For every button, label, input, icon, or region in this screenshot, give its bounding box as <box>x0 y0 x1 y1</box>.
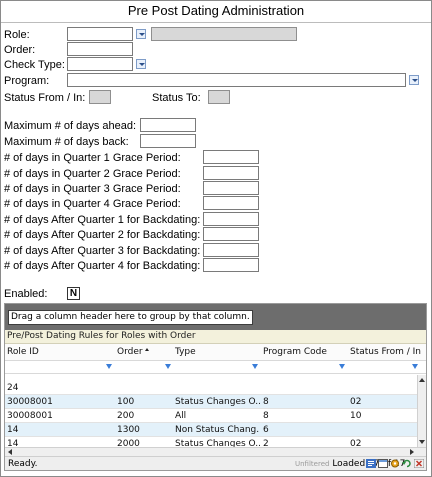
rules-grid: Drag a column header here to group by th… <box>4 303 427 471</box>
q2-grace-label: # of days in Quarter 2 Grace Period: <box>4 168 181 180</box>
status-text: Ready. <box>8 459 38 469</box>
grid-rows: 24 30008001 100 Status Changes O... 8 02… <box>5 375 417 451</box>
status-from-label: Status From / In: <box>4 92 86 104</box>
role-dropdown-arrow-icon[interactable] <box>136 29 146 39</box>
q1-backdating-label: # of days After Quarter 1 for Backdating… <box>4 214 201 226</box>
grid-status-bar: Ready. Unfiltered Loaded 17 of 17 <box>5 456 426 470</box>
status-info: Unfiltered Loaded 17 of 17 <box>295 459 405 469</box>
table-row[interactable]: 14 1300 Non Status Chang... 6 <box>5 423 417 437</box>
order-input[interactable] <box>67 42 133 56</box>
enabled-label: Enabled: <box>4 288 48 300</box>
program-dropdown-arrow-icon[interactable] <box>409 75 419 85</box>
role-description-field <box>151 27 297 41</box>
q4-grace-label: # of days in Quarter 4 Grace Period: <box>4 198 181 210</box>
filter-icon-order[interactable] <box>165 364 171 369</box>
q1-backdating-input[interactable] <box>203 212 259 226</box>
filter-icon-type[interactable] <box>252 364 258 369</box>
q3-grace-input[interactable] <box>203 181 259 195</box>
max-days-ahead-label: Maximum # of days ahead: <box>4 120 137 132</box>
grid-header-row: Role ID Order Type Program Code Status F… <box>5 344 426 361</box>
vertical-scrollbar[interactable] <box>417 375 426 447</box>
cell-status-from: 02 <box>350 397 362 407</box>
q4-backdating-input[interactable] <box>203 258 259 272</box>
q2-backdating-input[interactable] <box>203 227 259 241</box>
max-days-back-label: Maximum # of days back: <box>4 136 129 148</box>
refresh-icon[interactable] <box>402 459 412 468</box>
check-type-select[interactable] <box>67 57 133 71</box>
scroll-down-icon[interactable] <box>419 440 425 444</box>
table-row[interactable]: 30008001 100 Status Changes O... 8 02 <box>5 395 417 409</box>
role-label: Role: <box>4 29 30 41</box>
filter-state: Unfiltered <box>295 460 330 468</box>
status-to-field <box>208 90 230 104</box>
max-days-ahead-input[interactable] <box>140 118 196 132</box>
cell-order: 1300 <box>117 425 140 435</box>
column-header-type[interactable]: Type <box>175 347 196 357</box>
table-row[interactable]: 30008001 200 All 8 10 <box>5 409 417 423</box>
cell-role-id: 30008001 <box>7 411 53 421</box>
cell-program-code: 6 <box>263 425 269 435</box>
filter-icon-status-from[interactable] <box>412 364 418 369</box>
export-icon[interactable] <box>366 459 376 468</box>
cell-type: All <box>175 411 187 421</box>
q1-grace-label: # of days in Quarter 1 Grace Period: <box>4 152 181 164</box>
cell-order: 100 <box>117 397 135 407</box>
filter-icon-program-code[interactable] <box>339 364 345 369</box>
filter-row <box>5 361 426 374</box>
column-header-status-from[interactable]: Status From / In <box>350 347 421 357</box>
program-label: Program: <box>4 75 50 87</box>
q2-grace-input[interactable] <box>203 166 259 180</box>
cell-status-from: 10 <box>350 411 362 421</box>
cell-program-code: 8 <box>263 411 269 421</box>
enabled-checkbox[interactable]: N <box>67 287 80 300</box>
grid-caption: Pre/Post Dating Rules for Roles with Ord… <box>5 330 426 344</box>
scroll-left-icon[interactable] <box>8 449 12 455</box>
group-by-hint: Drag a column header here to group by th… <box>8 310 253 325</box>
table-row[interactable]: 24 <box>5 381 417 395</box>
q1-grace-input[interactable] <box>203 150 259 164</box>
cell-role-id: 24 <box>7 383 19 393</box>
role-select[interactable] <box>67 27 133 41</box>
column-header-role-id[interactable]: Role ID <box>7 347 39 357</box>
settings-icon[interactable] <box>390 459 400 468</box>
column-header-order[interactable]: Order <box>117 347 149 357</box>
column-header-program-code[interactable]: Program Code <box>263 347 327 357</box>
scroll-up-icon[interactable] <box>419 378 425 382</box>
close-icon[interactable] <box>414 459 424 468</box>
q4-grace-input[interactable] <box>203 196 259 210</box>
column-header-order-label: Order <box>117 347 143 357</box>
cell-role-id: 14 <box>7 425 19 435</box>
check-type-label: Check Type: <box>4 59 65 71</box>
q3-backdating-input[interactable] <box>203 243 259 257</box>
cell-role-id: 30008001 <box>7 397 53 407</box>
title-divider <box>1 22 431 23</box>
check-type-dropdown-arrow-icon[interactable] <box>136 59 146 69</box>
cell-order: 200 <box>117 411 135 421</box>
horizontal-scrollbar[interactable] <box>5 447 426 456</box>
layout-icon[interactable] <box>378 459 388 468</box>
max-days-back-input[interactable] <box>140 134 196 148</box>
group-by-area[interactable]: Drag a column header here to group by th… <box>5 304 426 330</box>
filter-icon-role-id[interactable] <box>106 364 112 369</box>
program-select[interactable] <box>67 73 406 87</box>
cell-type: Non Status Chang... <box>175 425 260 435</box>
scroll-right-icon[interactable] <box>410 449 414 455</box>
status-from-field <box>89 90 111 104</box>
q2-backdating-label: # of days After Quarter 2 for Backdating… <box>4 229 201 241</box>
order-label: Order: <box>4 44 36 56</box>
sort-ascending-icon <box>144 348 149 351</box>
cell-type: Status Changes O... <box>175 397 260 407</box>
q3-grace-label: # of days in Quarter 3 Grace Period: <box>4 183 181 195</box>
q3-backdating-label: # of days After Quarter 3 for Backdating… <box>4 245 201 257</box>
status-to-label: Status To: <box>152 92 201 104</box>
window-title: Pre Post Dating Administration <box>127 3 305 18</box>
cell-program-code: 8 <box>263 397 269 407</box>
q4-backdating-label: # of days After Quarter 4 for Backdating… <box>4 260 201 272</box>
